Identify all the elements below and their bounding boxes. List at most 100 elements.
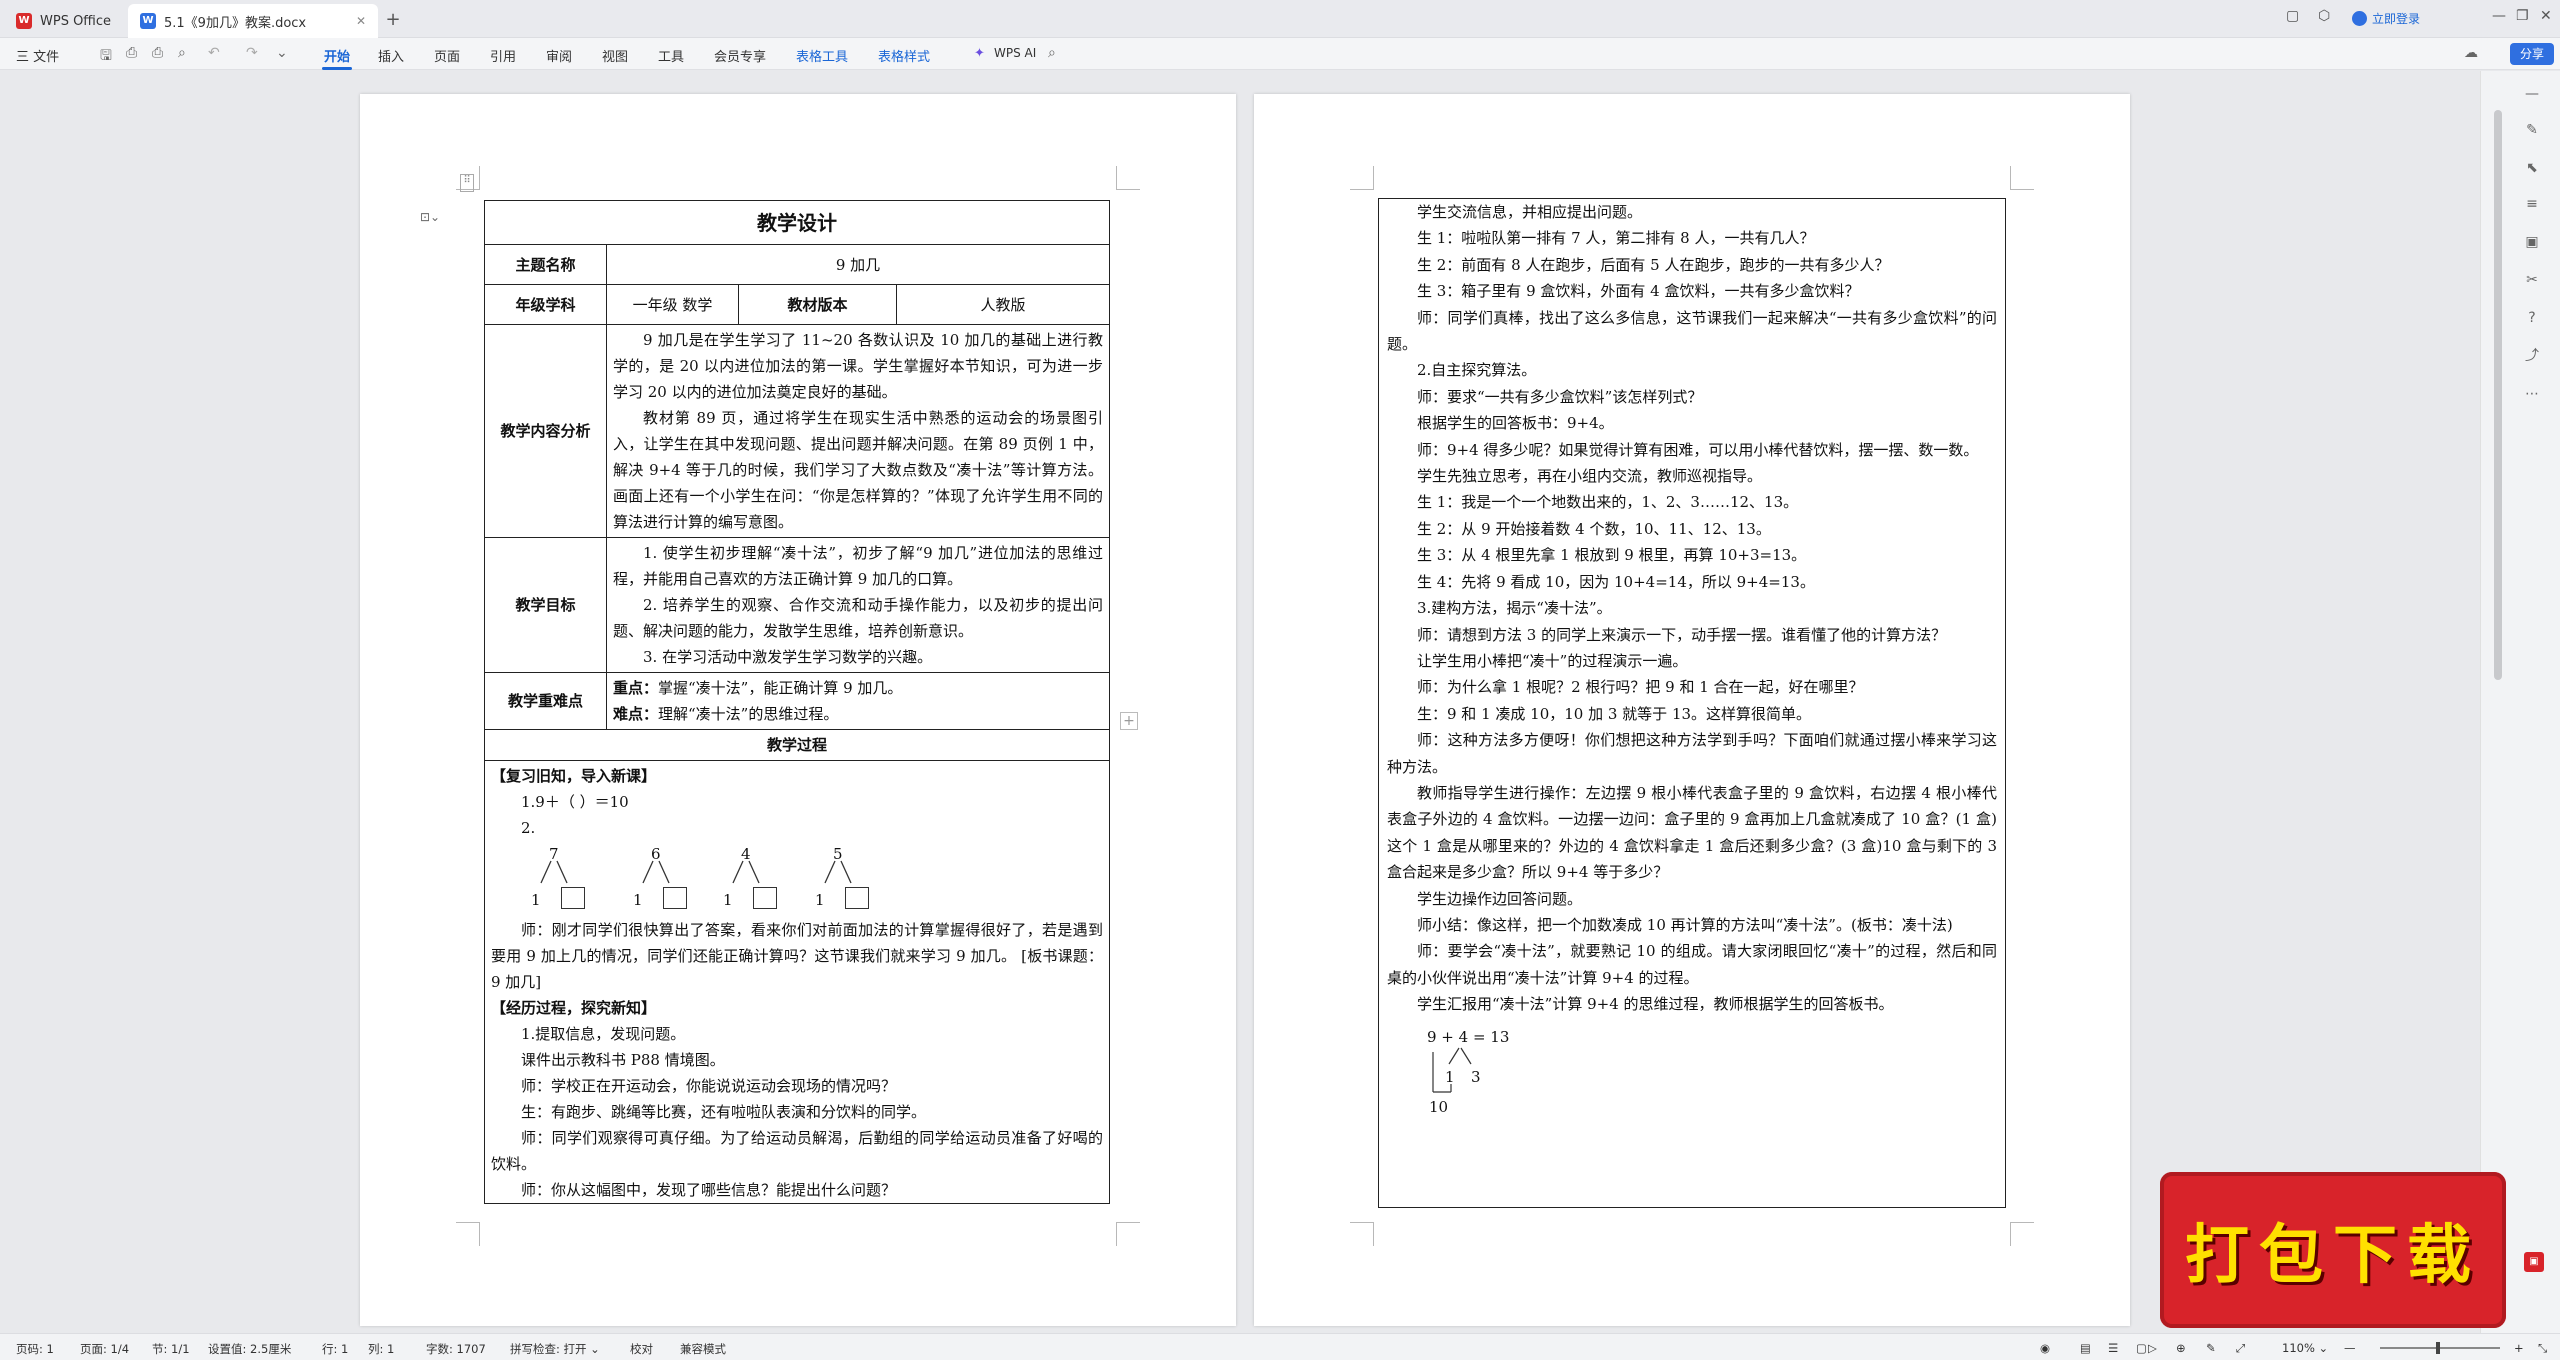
eye-protection-icon[interactable]: ◉ <box>2040 1341 2050 1355</box>
lesson-table: 教学设计 主题名称 9 加几 年级学科 一年级 数学 教材版本 人教版 教学内容… <box>484 200 1110 1204</box>
table-move-handle-icon[interactable]: ⠿ <box>460 174 474 192</box>
window-layout-icon[interactable]: ▢ <box>2286 8 2299 24</box>
wps-logo-icon: W <box>16 13 32 29</box>
ribbon-tab-home[interactable]: 开始 <box>324 46 350 65</box>
crop-mark <box>1350 166 1374 190</box>
status-column[interactable]: 列: 1 <box>368 1341 394 1357</box>
zoom-out-icon[interactable]: — <box>2344 1341 2356 1355</box>
goal-item: 3. 在学习活动中激发学生学习数学的兴趣。 <box>643 648 933 666</box>
goal-item: 1. 使学生初步理解“凑十法”，初步了解“9 加几”进位加法的思维过程，并能用自… <box>613 544 1103 588</box>
process-line: 生 3：箱子里有 9 盒饮料，外面有 4 盒饮料，一共有多少盒饮料？ <box>1417 282 1860 301</box>
word-doc-icon: W <box>140 13 156 29</box>
outline-view-icon[interactable]: ☰ <box>2108 1341 2118 1355</box>
tab-doc-label: 5.1《9加几》教案.docx <box>164 15 307 31</box>
ribbon-tab-reference[interactable]: 引用 <box>490 46 516 65</box>
select-icon[interactable]: ⬉ <box>2522 158 2542 178</box>
grade-label: 年级学科 <box>484 284 607 325</box>
edit-icon[interactable]: ✎ <box>2522 120 2542 140</box>
close-window-icon[interactable]: ✕ <box>2540 8 2552 24</box>
lesson-process-continued: 学生交流信息，并相应提出问题。生 1：啦啦队第一排有 7 人，第二排有 8 人，… <box>1378 198 2006 1208</box>
status-word-count[interactable]: 字数: 1707 <box>426 1341 486 1357</box>
more-icon[interactable]: ⋯ <box>2522 384 2542 404</box>
style-icon[interactable]: ▣ <box>2522 232 2542 252</box>
file-menu[interactable]: 三 文件 <box>16 46 59 65</box>
grade-value: 一年级 数学 <box>606 284 739 325</box>
document-page-2: 学生交流信息，并相应提出问题。生 1：啦啦队第一排有 7 人，第二排有 8 人，… <box>1254 94 2130 1326</box>
status-setting[interactable]: 设置值: 2.5厘米 <box>208 1341 291 1357</box>
ribbon-tab-view[interactable]: 视图 <box>602 46 628 65</box>
ribbon-tab-review[interactable]: 审阅 <box>546 46 572 65</box>
read-view-icon[interactable]: ▢ <box>2136 1341 2147 1355</box>
fit-page-icon[interactable]: ⤢ <box>2236 1341 2245 1356</box>
ribbon-tab-table-tools[interactable]: 表格工具 <box>796 46 848 65</box>
vertical-scrollbar[interactable] <box>2494 110 2502 680</box>
web-view-icon[interactable]: ⊕ <box>2176 1341 2186 1355</box>
analysis-paragraph: 教材第 89 页，通过将学生在现实生活中熟悉的运动会的场景图引入，让学生在其中发… <box>613 409 1103 531</box>
ribbon-tab-tools[interactable]: 工具 <box>658 46 684 65</box>
tab-wps-home[interactable]: W WPS Office <box>4 4 124 38</box>
redo-icon[interactable]: ↷ <box>246 45 258 61</box>
share-panel-icon[interactable]: ⤴ <box>2522 346 2542 366</box>
process-line: 2.自主探究算法。 <box>1417 361 1537 380</box>
status-section[interactable]: 节: 1/1 <box>152 1341 190 1357</box>
edition-value: 人教版 <box>896 284 1110 325</box>
fullscreen-icon[interactable]: ⤡ <box>2538 1341 2547 1356</box>
download-mini-icon[interactable]: ▣ <box>2524 1252 2544 1272</box>
process-line: 学生交流信息，并相应提出问题。 <box>1417 203 1643 221</box>
play-icon[interactable]: ▷ <box>2148 1341 2157 1355</box>
tab-document[interactable]: W 5.1《9加几》教案.docx ✕ <box>128 4 378 38</box>
ribbon-tab-table-style[interactable]: 表格样式 <box>878 46 930 65</box>
tab-close-icon[interactable]: ✕ <box>356 14 366 28</box>
process-line: 师：这种方法多方便呀！你们想把这种方法学到手吗？下面咱们就通过摆小棒来学习这种方… <box>1387 731 1997 776</box>
new-tab-button[interactable]: + <box>378 9 408 30</box>
page-view-icon[interactable]: ▤ <box>2080 1341 2091 1355</box>
print-preview-icon[interactable]: ⌕ <box>178 45 186 61</box>
process-line: 让学生用小棒把“凑十”的过程演示一遍。 <box>1417 651 1688 670</box>
status-proofread[interactable]: 校对 <box>630 1341 653 1357</box>
status-pages[interactable]: 页面: 1/4 <box>80 1341 129 1357</box>
toolbox-icon[interactable]: ✂ <box>2522 270 2542 290</box>
process-line: 生：9 和 1 凑成 10，10 加 3 就等于 13。这样算很简单。 <box>1417 704 1812 723</box>
ribbon-tab-member[interactable]: 会员专享 <box>714 46 766 65</box>
adjust-icon[interactable]: ≡ <box>2522 194 2542 214</box>
wps-ai-button[interactable]: WPS AI <box>994 46 1036 60</box>
zoom-slider[interactable] <box>2380 1347 2500 1349</box>
table-layout-icon[interactable]: ⊡⌄ <box>420 210 440 224</box>
status-page[interactable]: 页码: 1 <box>16 1341 54 1357</box>
help-icon[interactable]: ? <box>2522 308 2542 328</box>
process-line: 师：你从这幅图中，发现了哪些信息？能提出什么问题？ <box>521 1181 897 1199</box>
print-icon[interactable]: ⎙ <box>152 45 163 61</box>
share-button[interactable]: 分享 <box>2510 43 2554 65</box>
analysis-paragraph: 9 加几是在学生学习了 11~20 各数认识及 10 加几的基础上进行教学的，是… <box>613 331 1103 401</box>
login-button[interactable]: 立即登录 <box>2352 10 2420 27</box>
cube-icon[interactable]: ⬡ <box>2318 8 2330 24</box>
more-chevron-icon[interactable]: ⌄ <box>276 45 288 61</box>
tab-home-label: WPS Office <box>40 13 112 29</box>
download-package-badge[interactable]: 打包下载 <box>2160 1172 2506 1328</box>
review-question: 2. <box>521 819 536 837</box>
add-column-icon[interactable]: + <box>1120 712 1138 730</box>
process-line: 师：学校正在开运动会，你能说说运动会现场的情况吗？ <box>521 1077 897 1095</box>
status-compat-mode[interactable]: 兼容模式 <box>680 1341 726 1357</box>
ribbon-tab-insert[interactable]: 插入 <box>378 46 404 65</box>
pen-icon[interactable]: ✎ <box>2206 1341 2216 1355</box>
minimize-icon[interactable]: — <box>2492 8 2506 24</box>
ribbon-tab-page[interactable]: 页面 <box>434 46 460 65</box>
zoom-slider-knob[interactable] <box>2436 1342 2440 1354</box>
process-line: 生 1：我是一个一个地数出来的，1、2、3……12、13。 <box>1417 493 1799 512</box>
save-icon[interactable]: 🖫 <box>100 45 112 69</box>
search-icon[interactable]: ⌕ <box>1048 45 1056 61</box>
zoom-level[interactable]: 110% ⌄ <box>2282 1341 2328 1355</box>
cloud-icon[interactable]: ☁ <box>2464 45 2478 61</box>
collapse-panel-icon[interactable]: — <box>2522 84 2542 104</box>
status-row[interactable]: 行: 1 <box>322 1341 348 1357</box>
restore-icon[interactable]: ❐ <box>2516 8 2529 24</box>
export-pdf-icon[interactable]: ⎙ <box>126 45 137 61</box>
process-line: 生：有跑步、跳绳等比赛，还有啦啦队表演和分饮料的同学。 <box>521 1103 927 1121</box>
calc-split-b: 3 <box>1471 1067 1481 1086</box>
process-text-block: 学生交流信息，并相应提出问题。生 1：啦啦队第一排有 7 人，第二排有 8 人，… <box>1387 199 1997 1018</box>
process-line: 生 2：前面有 8 人在跑步，后面有 5 人在跑步，跑步的一共有多少人？ <box>1417 255 1890 274</box>
undo-icon[interactable]: ↶ <box>208 45 220 61</box>
status-spellcheck[interactable]: 拼写检查: 打开 ⌄ <box>510 1341 600 1357</box>
zoom-in-icon[interactable]: + <box>2514 1341 2524 1355</box>
